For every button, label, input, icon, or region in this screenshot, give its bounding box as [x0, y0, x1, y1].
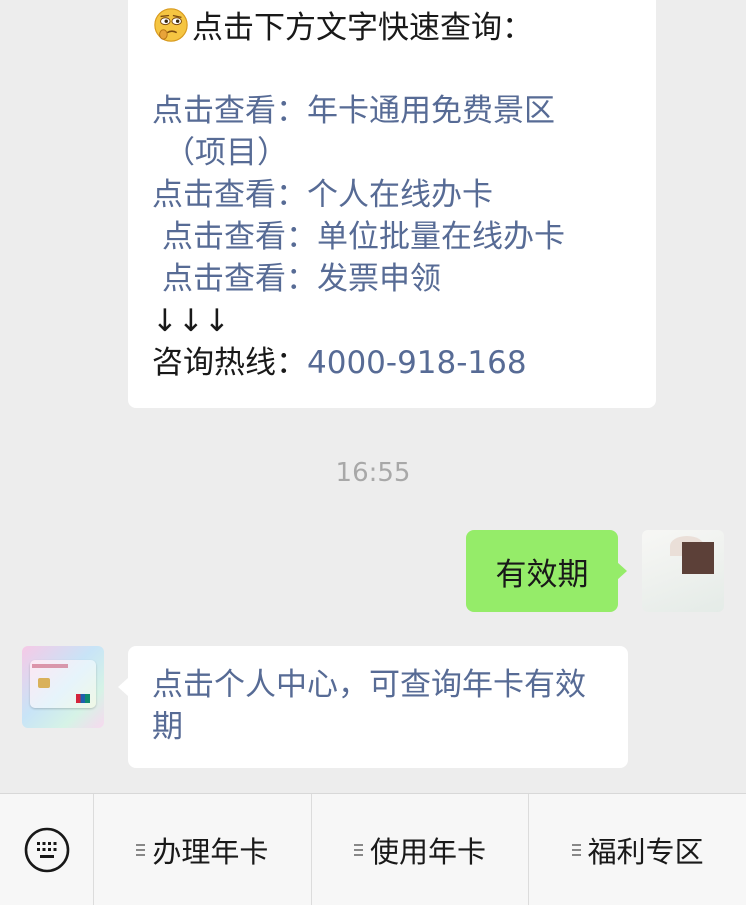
intro-line: 点击下方文字快速查询： — [152, 6, 632, 48]
menu-list-icon — [136, 843, 146, 857]
link-prefix: 点击查看： — [162, 219, 317, 255]
menu-item-benefits[interactable]: 福利专区 — [529, 794, 746, 905]
hotline-line: 咨询热线：4000-918-168 — [152, 342, 632, 384]
link-prefix: 点击查看： — [162, 261, 317, 297]
chat-area[interactable]: 点击下方文字快速查询： 点击查看：年卡通用免费景区 （项目） 点击查看：个人在线… — [0, 0, 746, 793]
menu-bar: 办理年卡 使用年卡 福利专区 — [0, 793, 746, 905]
bot-avatar[interactable] — [22, 646, 104, 728]
link-free-attractions-continued[interactable]: （项目） — [152, 132, 632, 174]
avatar-block — [682, 542, 714, 574]
bubble-tail — [118, 678, 128, 696]
menu-item-apply-card[interactable]: 办理年卡 — [94, 794, 312, 905]
link-invoice[interactable]: 点击查看：发票申领 — [152, 258, 632, 300]
card-stripe — [32, 664, 68, 668]
menu-item-use-card[interactable]: 使用年卡 — [312, 794, 530, 905]
message-bubble-menu: 点击下方文字快速查询： 点击查看：年卡通用免费景区 （项目） 点击查看：个人在线… — [128, 0, 656, 408]
link-text: 个人在线办卡 — [307, 177, 493, 213]
keyboard-icon — [24, 827, 69, 872]
link-text: 年卡通用免费景区 — [307, 93, 555, 129]
menu-list-icon — [354, 843, 364, 857]
link-prefix: 点击查看： — [152, 177, 307, 213]
link-personal-card[interactable]: 点击查看：个人在线办卡 — [152, 174, 632, 216]
bubble-tail — [617, 562, 627, 580]
hotline-label: 咨询热线： — [152, 345, 307, 381]
link-text: 发票申领 — [317, 261, 441, 297]
message-timestamp: 16:55 — [335, 458, 411, 488]
keyboard-toggle-button[interactable] — [0, 794, 94, 905]
menu-item-label: 使用年卡 — [370, 834, 487, 869]
link-bulk-card[interactable]: 点击查看：单位批量在线办卡 — [152, 216, 632, 258]
link-prefix: 点击查看： — [152, 93, 307, 129]
link-free-attractions[interactable]: 点击查看：年卡通用免费景区 — [152, 90, 632, 132]
bot-reply-bubble[interactable]: 点击个人中心，可查询年卡有效期 — [128, 646, 628, 768]
menu-item-label: 办理年卡 — [152, 834, 269, 869]
link-text: 单位批量在线办卡 — [317, 219, 565, 255]
my-message-bubble[interactable]: 有效期 — [466, 530, 618, 612]
card-logo — [76, 694, 90, 703]
intro-text: 点击下方文字快速查询： — [192, 10, 533, 46]
hotline-number[interactable]: 4000-918-168 — [307, 345, 527, 381]
arrows-line: ↓↓↓ — [152, 303, 230, 339]
my-avatar[interactable] — [642, 530, 724, 612]
menu-list-icon — [571, 843, 582, 857]
thinking-face-emoji-icon — [154, 8, 188, 42]
card-chip — [38, 678, 50, 688]
link-text: （项目） — [164, 135, 288, 171]
menu-item-label: 福利专区 — [587, 834, 704, 869]
